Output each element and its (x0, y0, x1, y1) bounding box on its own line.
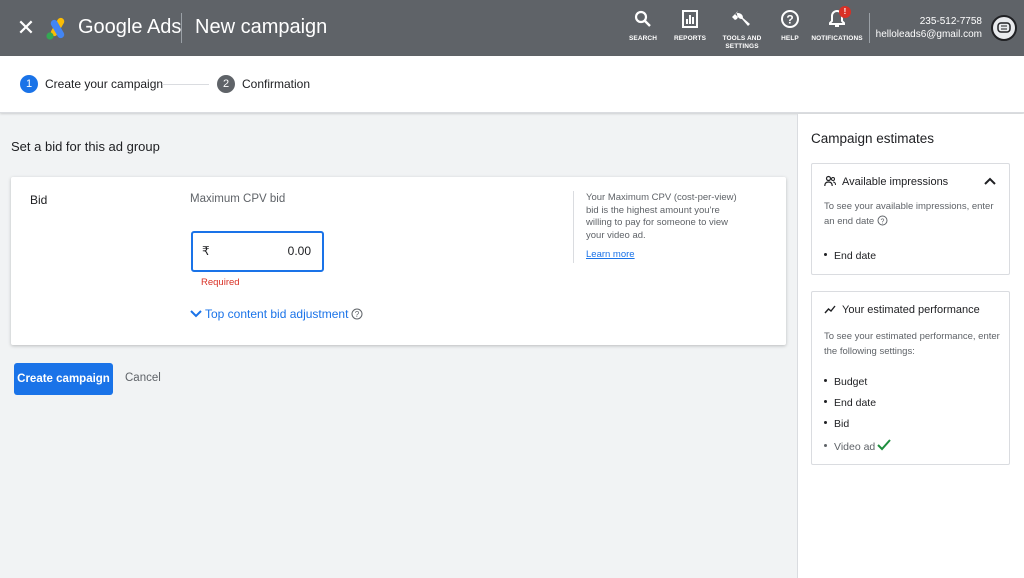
svg-text:?: ? (881, 218, 885, 225)
reports-tool-button[interactable]: REPORTS (672, 9, 708, 43)
estimated-performance-card: Your estimated performance To see your e… (811, 291, 1010, 465)
available-impressions-card: Available impressions To see your availa… (811, 163, 1010, 275)
list-item: End date (824, 250, 876, 262)
currency-symbol: ₹ (202, 244, 210, 258)
help-icon: ? (781, 10, 799, 28)
help-tool-button[interactable]: ? HELP (776, 9, 804, 43)
top-content-bid-adjustment-link[interactable]: Top content bid adjustment (189, 307, 348, 321)
reports-tool-label: REPORTS (673, 35, 707, 42)
search-tool-label: SEARCH (628, 35, 658, 42)
max-cpv-label: Maximum CPV bid (190, 193, 286, 205)
notifications-label: NOTIFICATIONS (811, 35, 863, 42)
step-connector (162, 84, 209, 85)
list-item: Video ad (824, 439, 892, 453)
learn-more-link[interactable]: Learn more (586, 249, 635, 260)
google-ads-logo (46, 17, 65, 40)
people-icon (824, 175, 836, 187)
account-email: helloleads6@gmail.com (875, 29, 982, 40)
notifications-button[interactable]: ! NOTIFICATIONS (810, 6, 864, 43)
performance-heading-text: Your estimated performance (842, 304, 980, 316)
notification-badge: ! (839, 6, 851, 18)
max-cpv-bid-input[interactable]: ₹ 0.00 (191, 231, 324, 272)
svg-text:?: ? (786, 13, 793, 27)
impressions-text: To see your available impressions, enter… (824, 201, 994, 227)
bid-label: Bid (30, 193, 48, 207)
bid-info-text: Your Maximum CPV (cost-per-view) bid is … (586, 192, 737, 241)
info-divider (573, 191, 574, 263)
reports-icon (682, 10, 698, 28)
chat-avatar-icon (997, 22, 1011, 33)
chevron-up-icon[interactable] (983, 175, 997, 187)
campaign-stepper: 1 Create your campaign 2 Confirmation (0, 56, 1024, 113)
account-phone: 235-512-7758 (919, 16, 982, 27)
chevron-down-icon (190, 310, 202, 318)
avatar[interactable] (991, 15, 1017, 41)
section-title: Set a bid for this ad group (11, 139, 160, 154)
trending-up-icon (824, 305, 836, 314)
page-title: New campaign (195, 16, 328, 38)
close-icon[interactable]: ✕ (14, 14, 38, 42)
help-icon[interactable]: ? (877, 215, 888, 226)
step-1-number: 1 (20, 75, 38, 93)
estimates-title: Campaign estimates (811, 131, 935, 146)
adjust-link-label: Top content bid adjustment (205, 307, 349, 321)
bid-card: Bid Maximum CPV bid ₹ 0.00 Required Top … (11, 177, 786, 345)
search-icon (634, 10, 651, 27)
top-bar: ✕ Google Ads New campaign SEARCH REPORTS… (0, 0, 1024, 56)
svg-text:?: ? (355, 310, 360, 319)
wrench-icon (732, 11, 750, 26)
performance-text: To see your estimated performance, enter… (824, 331, 1000, 357)
step-1-label[interactable]: Create your campaign (45, 77, 163, 91)
impressions-heading: Available impressions (824, 175, 948, 188)
step-2-label[interactable]: Confirmation (242, 77, 310, 91)
header-divider (181, 13, 182, 43)
performance-heading: Your estimated performance (824, 303, 980, 316)
list-item: Bid (824, 418, 849, 430)
tools-settings-button[interactable]: TOOLS AND SETTINGS (720, 9, 764, 51)
account-info[interactable]: 235-512-7758 helloleads6@gmail.com (876, 15, 982, 41)
account-divider (869, 13, 870, 43)
cancel-button[interactable]: Cancel (125, 372, 161, 384)
campaign-estimates-panel: Campaign estimates Available impressions… (797, 114, 1024, 578)
help-tool-label: HELP (781, 35, 799, 42)
help-icon[interactable]: ? (351, 308, 363, 320)
search-tool-button[interactable]: SEARCH (626, 9, 660, 43)
required-error: Required (201, 277, 240, 288)
list-item: End date (824, 397, 876, 409)
checkmark-icon (877, 439, 892, 451)
list-item: Budget (824, 376, 867, 388)
tools-settings-label: TOOLS AND SETTINGS (722, 35, 762, 50)
impressions-heading-text: Available impressions (842, 176, 949, 188)
bid-value: 0.00 (287, 244, 311, 258)
step-2-number: 2 (217, 75, 235, 93)
create-campaign-button[interactable]: Create campaign (14, 363, 113, 395)
brand-name: Google Ads (78, 16, 182, 38)
